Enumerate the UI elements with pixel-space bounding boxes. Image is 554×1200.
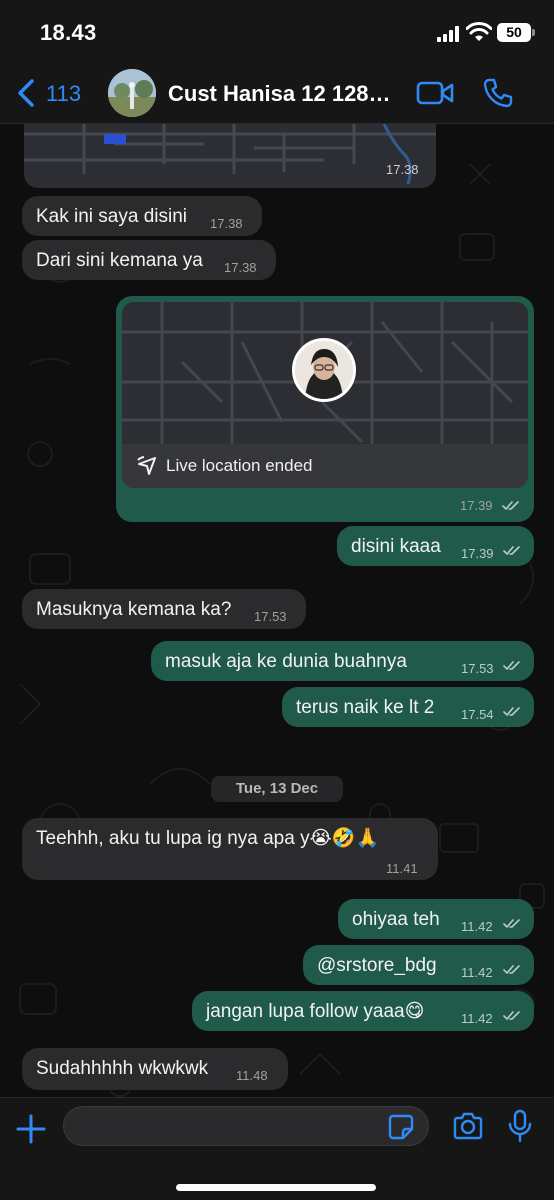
double-check-icon: [503, 661, 520, 671]
message-text: masuk aja ke dunia buahnya: [165, 651, 407, 672]
message-bubble-outgoing[interactable]: disini kaaa 17.39: [337, 526, 534, 566]
message-time: 17.39: [460, 498, 493, 513]
status-bar: 18.43 50: [0, 0, 554, 62]
date-separator: Tue, 13 Dec: [211, 776, 343, 802]
message-bubble-outgoing[interactable]: ohiyaa teh 11.42: [338, 899, 534, 939]
message-time: 17.53: [254, 609, 287, 624]
message-time: 11.42: [461, 965, 493, 980]
home-indicator: [176, 1184, 376, 1191]
message-bubble-incoming[interactable]: Dari sini kemana ya 17.38: [22, 240, 276, 280]
contact-name[interactable]: Cust Hanisa 12 128g...: [168, 81, 400, 107]
message-list[interactable]: 17.38 Kak ini saya disini 17.38 Dari sin…: [0, 124, 554, 1097]
sticker-icon[interactable]: [388, 1114, 414, 1140]
message-bubble-outgoing[interactable]: jangan lupa follow yaaa😋 11.42: [192, 991, 534, 1031]
message-text: Dari sini kemana ya: [36, 250, 203, 271]
location-map-preview[interactable]: 17.38: [24, 124, 436, 188]
camera-icon[interactable]: [452, 1112, 484, 1140]
chevron-left-icon[interactable]: [14, 77, 40, 109]
microphone-icon[interactable]: [508, 1109, 532, 1143]
message-bubble-incoming[interactable]: Kak ini saya disini 17.38: [22, 196, 262, 236]
phone-icon[interactable]: [482, 77, 514, 109]
message-text: @srstore_bdg: [317, 955, 437, 976]
message-text: Masuknya kemana ka?: [36, 599, 232, 620]
message-text: ohiyaa teh: [352, 909, 440, 930]
live-location-map[interactable]: Live location ended: [122, 302, 528, 488]
battery-tip: [532, 29, 535, 36]
double-check-icon: [502, 501, 519, 511]
cellular-signal-icon: [437, 26, 459, 42]
clock: 18.43: [40, 20, 97, 45]
message-text: Kak ini saya disini: [36, 206, 188, 227]
message-time: 17.54: [461, 707, 494, 722]
message-time: 11.41: [386, 861, 418, 876]
message-time: 17.39: [461, 546, 494, 561]
live-location-avatar: [292, 338, 356, 402]
message-text: jangan lupa follow yaaa😋: [206, 1001, 425, 1022]
message-bubble-incoming[interactable]: Teehhh, aku tu lupa ig nya apa y😭🤣🙏 11.4…: [22, 818, 438, 880]
message-bubble-outgoing[interactable]: @srstore_bdg 11.42: [303, 945, 534, 985]
message-time: 11.42: [461, 1011, 493, 1026]
double-check-icon: [503, 546, 520, 556]
message-bubble-incoming[interactable]: Masuknya kemana ka? 17.53: [22, 589, 306, 629]
wifi-icon: [466, 22, 492, 41]
message-time: 11.48: [236, 1068, 268, 1083]
message-time: 11.42: [461, 919, 493, 934]
plus-icon[interactable]: [16, 1114, 46, 1144]
message-time: 17.38: [386, 162, 419, 177]
chat-header: 113 Cust Hanisa 12 128g...: [0, 62, 554, 124]
battery-indicator: 50: [497, 23, 531, 42]
message-input[interactable]: [63, 1106, 429, 1146]
live-location-bubble[interactable]: Live location ended 17.39: [116, 296, 534, 522]
live-location-label: Live location ended: [166, 456, 313, 475]
live-location-footer: Live location ended: [122, 444, 528, 488]
double-check-icon: [503, 965, 520, 975]
double-check-icon: [503, 1011, 520, 1021]
message-text: terus naik ke lt 2: [296, 697, 435, 718]
message-time: 17.53: [461, 661, 494, 676]
message-bubble-outgoing[interactable]: terus naik ke lt 2 17.54: [282, 687, 534, 727]
unread-count[interactable]: 113: [46, 81, 81, 107]
message-bubble-incoming[interactable]: Sudahhhhh wkwkwk 11.48: [22, 1048, 288, 1090]
location-arrow-icon: [137, 456, 156, 475]
message-text: disini kaaa: [351, 536, 441, 557]
message-text: Teehhh, aku tu lupa ig nya apa y😭🤣🙏: [36, 828, 380, 849]
double-check-icon: [503, 919, 520, 929]
double-check-icon: [503, 707, 520, 717]
contact-avatar[interactable]: [108, 69, 156, 117]
video-camera-icon[interactable]: [416, 79, 454, 107]
composer-bar: [0, 1097, 554, 1200]
message-time: 17.38: [210, 216, 243, 231]
message-text: Sudahhhhh wkwkwk: [36, 1058, 209, 1079]
message-bubble-outgoing[interactable]: masuk aja ke dunia buahnya 17.53: [151, 641, 534, 681]
message-time: 17.38: [224, 260, 257, 275]
